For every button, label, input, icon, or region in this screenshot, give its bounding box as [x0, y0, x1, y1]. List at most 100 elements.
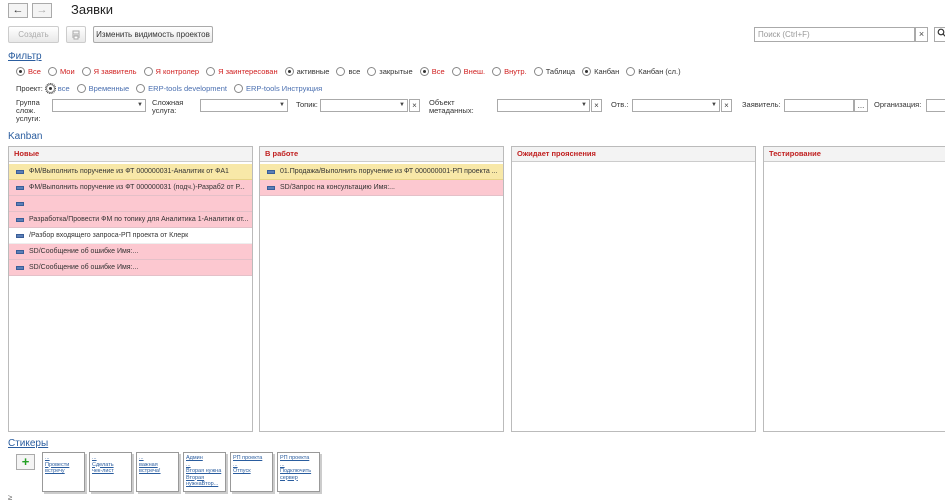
project-radio-label[interactable]: все — [58, 84, 70, 93]
project-radio-label[interactable]: ERP-tools Инструкция — [246, 84, 322, 93]
task-icon — [16, 233, 24, 238]
sticker[interactable]: Админ... Вторая нужна Вторая нужнаВтор... — [183, 452, 226, 492]
kanban-card-text: SD/Сообщение об ошибке Имя:... — [29, 248, 139, 255]
filter-radio-label[interactable]: активные — [297, 67, 330, 76]
metadata-object-label: Объект метаданных: — [429, 98, 474, 115]
search-clear-button[interactable]: × — [915, 27, 928, 42]
filter-radio[interactable] — [367, 66, 377, 76]
chevron-down-icon[interactable]: ▼ — [579, 100, 589, 111]
kanban-card[interactable]: ФМ/Выполнить поручение из ФТ 000000031 (… — [9, 180, 252, 196]
back-arrow-icon: ← — [12, 4, 24, 16]
sticker[interactable]: ... Провести встречу — [42, 452, 85, 492]
filter-radio[interactable] — [419, 66, 429, 76]
filter-radio[interactable] — [492, 66, 502, 76]
kanban-card[interactable]: 01.Продажа/Выполнить поручение из ФТ 000… — [260, 164, 503, 180]
filter-radio[interactable] — [81, 66, 91, 76]
filter-radio-label[interactable]: закрытые — [379, 67, 412, 76]
filter-options-row: Все Мои Я заявитель Я контролер Я заинтересо… — [16, 65, 688, 77]
kanban-column: Новые ФМ/Выполнить поручение из ФТ 000000… — [8, 146, 253, 432]
sticker[interactable]: ... Сделать чек-лист — [89, 452, 132, 492]
sticker[interactable]: РП проекта... Отпуск — [230, 452, 273, 492]
sticker[interactable]: РП проекта... Подключить сервер — [277, 452, 320, 492]
create-button[interactable]: Создать — [8, 26, 59, 43]
project-radio-label[interactable]: ERP-tools development — [148, 84, 227, 93]
kanban-card[interactable]: /Разбор входящего запроса-РП проекта от … — [9, 228, 252, 244]
filter-radio[interactable] — [206, 66, 216, 76]
applicant-select-button[interactable]: ... — [854, 99, 868, 112]
filter-section-title[interactable]: Фильтр — [8, 51, 42, 62]
project-radio[interactable] — [44, 82, 56, 94]
filter-radio[interactable] — [47, 66, 57, 76]
applicant-label: Заявитель: — [742, 100, 781, 109]
filter-radio[interactable] — [16, 66, 25, 76]
filter-radio-label[interactable]: Все — [432, 67, 445, 76]
sticker[interactable]: ... важная встреча! — [136, 452, 179, 492]
kanban-column: Тестирование — [763, 146, 945, 432]
group-complex-service-field[interactable]: ▼ — [52, 99, 146, 112]
sticker-line: Отпуск — [233, 468, 251, 474]
kanban-column-header: Тестирование — [764, 147, 945, 162]
filter-radio[interactable] — [336, 66, 346, 76]
project-radio[interactable] — [76, 83, 86, 93]
applicant-field[interactable] — [784, 99, 854, 112]
metadata-clear-button[interactable]: × — [591, 99, 602, 112]
add-sticker-button[interactable]: + — [16, 454, 35, 470]
organization-field[interactable] — [926, 99, 945, 112]
task-icon — [16, 217, 24, 222]
print-button[interactable] — [66, 26, 86, 43]
chevron-down-icon[interactable]: ▼ — [397, 100, 407, 111]
filter-radio[interactable] — [626, 66, 636, 76]
responsible-field[interactable]: ▼ — [632, 99, 720, 112]
project-radio[interactable] — [233, 83, 243, 93]
metadata-object-field[interactable]: ▼ — [497, 99, 590, 112]
forward-button[interactable]: → — [32, 3, 52, 18]
filter-radio-label[interactable]: Внеш. — [464, 67, 485, 76]
filter-radio[interactable] — [533, 66, 543, 76]
kanban-card[interactable] — [9, 196, 252, 212]
filter-radio-label[interactable]: Я контролер — [156, 67, 200, 76]
chevron-down-icon[interactable]: ▼ — [709, 100, 719, 111]
kanban-column-header: В работе — [260, 147, 503, 162]
complex-service-label: Сложная услуга: — [152, 98, 184, 115]
complex-service-field[interactable]: ▼ — [200, 99, 288, 112]
project-radio[interactable] — [136, 83, 146, 93]
search-input[interactable]: Поиск (Ctrl+F) — [754, 27, 915, 42]
printer-icon — [72, 30, 80, 40]
filter-radio[interactable] — [582, 66, 592, 76]
chevron-down-icon[interactable]: ▼ — [277, 100, 287, 111]
project-radio-label[interactable]: Временные — [89, 84, 130, 93]
filter-radio[interactable] — [451, 66, 461, 76]
kanban-card[interactable]: SD/Сообщение об ошибке Имя:... — [9, 260, 252, 276]
filter-radio[interactable] — [143, 66, 153, 76]
filter-radio-label[interactable]: Канбан (сл.) — [638, 67, 680, 76]
kanban-section-title: Kanban — [8, 131, 43, 142]
filter-radio-label[interactable]: Мои — [60, 67, 75, 76]
filter-radio-label[interactable]: Я заявитель — [94, 67, 137, 76]
stickers-section-title[interactable]: Стикеры — [8, 438, 48, 449]
back-button[interactable]: ← — [8, 3, 28, 18]
kanban-card[interactable]: ФМ/Выполнить поручение из ФТ 000000031-А… — [9, 164, 252, 180]
filter-radio-label[interactable]: все — [348, 67, 360, 76]
task-icon — [16, 249, 24, 254]
forward-arrow-icon: → — [36, 4, 48, 16]
kanban-card[interactable]: SD/Запрос на консультацию Имя:... — [260, 180, 503, 196]
kanban-card[interactable]: SD/Сообщение об ошибке Имя:... — [9, 244, 252, 260]
topic-field[interactable]: ▼ — [320, 99, 408, 112]
topic-clear-button[interactable]: × — [409, 99, 420, 112]
responsible-clear-button[interactable]: × — [721, 99, 732, 112]
filter-radio[interactable] — [284, 66, 294, 76]
filter-radio-label[interactable]: Я заинтересован — [218, 67, 278, 76]
sticker-line: чек-лист — [92, 468, 114, 474]
kanban-card-text: SD/Сообщение об ошибке Имя:... — [29, 264, 139, 271]
kanban-card[interactable]: Разработка/Провести ФМ по топику для Ана… — [9, 212, 252, 228]
kanban-card-text: Разработка/Провести ФМ по топику для Ана… — [29, 216, 249, 223]
filter-radio-label[interactable]: Все — [28, 67, 41, 76]
organization-label: Организация: — [874, 100, 922, 109]
filter-radio-label[interactable]: Внутр. — [504, 67, 527, 76]
search-button[interactable] — [934, 27, 945, 42]
filter-radio-label[interactable]: Таблица — [546, 67, 575, 76]
chevron-down-icon[interactable]: ▼ — [135, 100, 145, 111]
filter-radio-label[interactable]: Канбан — [594, 67, 619, 76]
sticker-line: встречу — [45, 468, 65, 474]
change-visibility-button[interactable]: Изменить видимость проектов — [93, 26, 213, 43]
